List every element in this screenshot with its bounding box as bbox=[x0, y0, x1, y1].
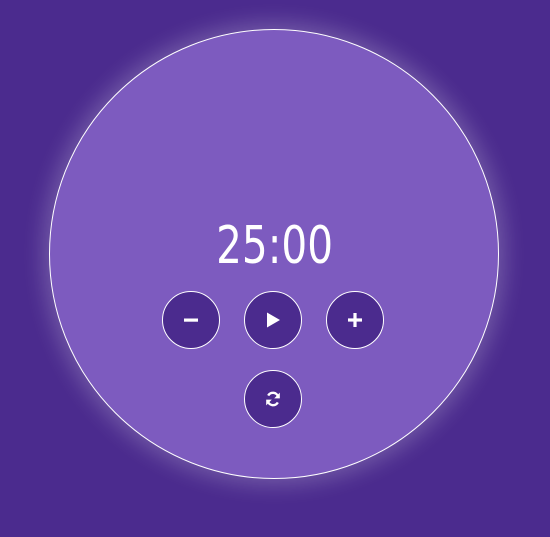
pomodoro-app: 25:00 bbox=[0, 0, 550, 537]
refresh-icon bbox=[264, 390, 282, 408]
plus-icon bbox=[347, 312, 363, 328]
play-button[interactable] bbox=[244, 291, 302, 349]
time-display: 25:00 bbox=[216, 216, 333, 276]
reset-button[interactable] bbox=[244, 370, 302, 428]
increase-time-button[interactable] bbox=[326, 291, 384, 349]
play-icon bbox=[264, 311, 282, 329]
decrease-time-button[interactable] bbox=[162, 291, 220, 349]
minus-icon bbox=[183, 312, 199, 328]
